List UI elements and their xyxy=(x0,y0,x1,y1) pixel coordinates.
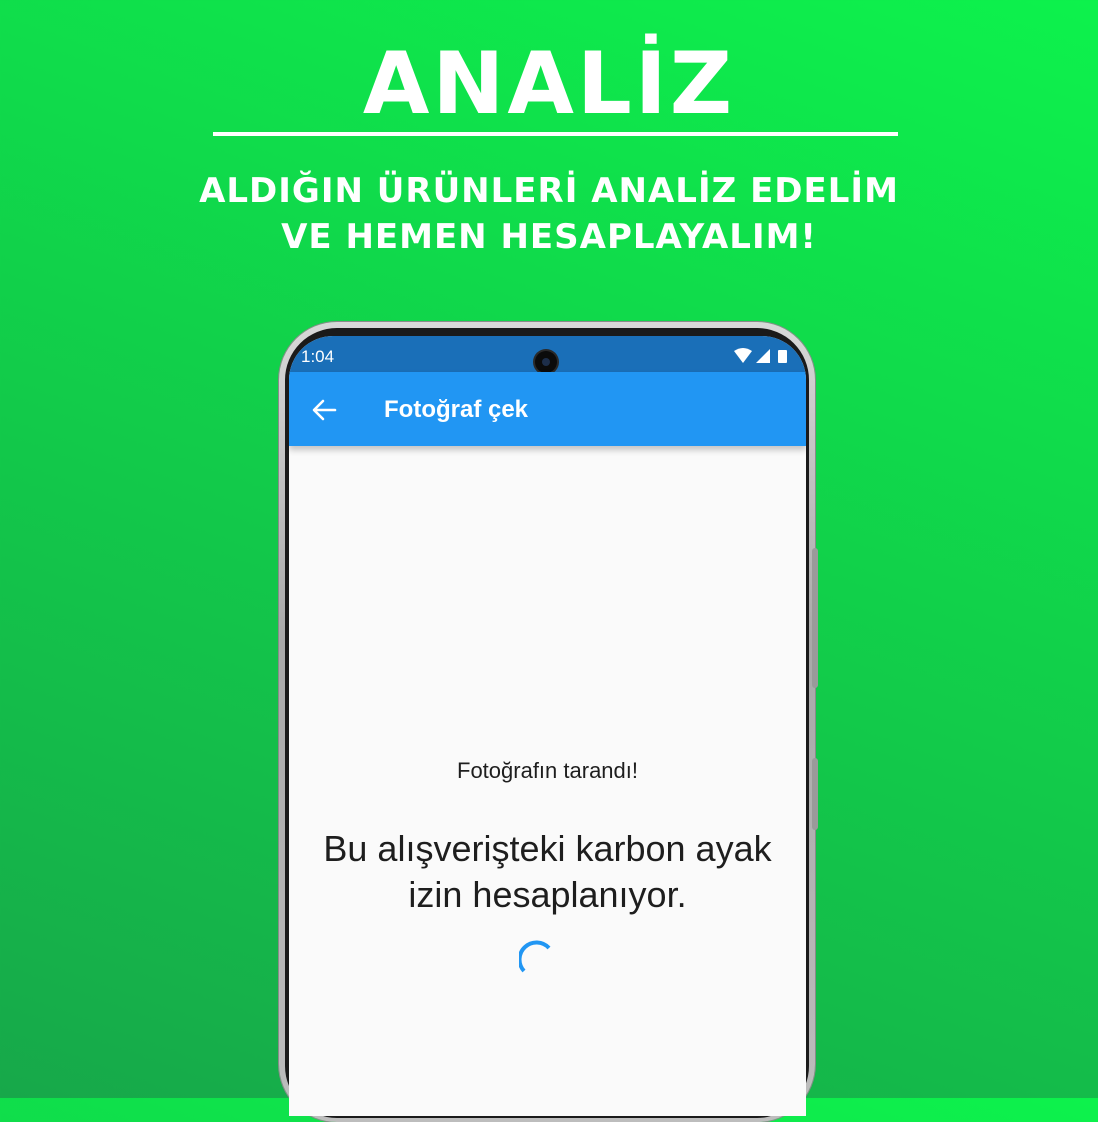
calculating-message: Bu alışverişteki karbon ayak izin hesapl… xyxy=(289,826,806,918)
phone-volume-button xyxy=(812,548,818,688)
loading-spinner xyxy=(519,940,551,973)
promo-subline-2: VE HEMEN HESAPLAYALIM! xyxy=(281,217,817,257)
front-camera xyxy=(535,351,557,373)
wifi-icon xyxy=(734,348,752,363)
arrow-left-icon xyxy=(312,399,337,421)
signal-icon xyxy=(756,349,770,363)
scan-complete-message: Fotoğrafın tarandı! xyxy=(457,758,638,783)
status-icons xyxy=(734,348,790,368)
app-bar: Fotoğraf çek xyxy=(289,372,806,446)
calculating-line-2: izin hesaplanıyor. xyxy=(408,874,687,915)
headline-divider xyxy=(213,132,898,136)
promo-subline-1: ALDIĞIN ÜRÜNLERİ ANALİZ EDELİM xyxy=(199,171,899,211)
back-button[interactable] xyxy=(309,395,339,425)
calculating-line-1: Bu alışverişteki karbon ayak xyxy=(323,828,772,869)
promo-subheadline: ALDIĞIN ÜRÜNLERİ ANALİZ EDELİM VE HEMEN … xyxy=(0,168,1098,260)
phone-power-button xyxy=(812,758,818,830)
page-title: Fotoğraf çek xyxy=(384,396,529,423)
status-time: 1:04 xyxy=(301,347,335,366)
battery-icon xyxy=(778,350,787,363)
phone-screen: 1:04 Fotoğraf çek Fotoğrafın tarandı! Bu… xyxy=(289,336,806,1116)
promo-headline: ANALİZ xyxy=(362,34,736,134)
